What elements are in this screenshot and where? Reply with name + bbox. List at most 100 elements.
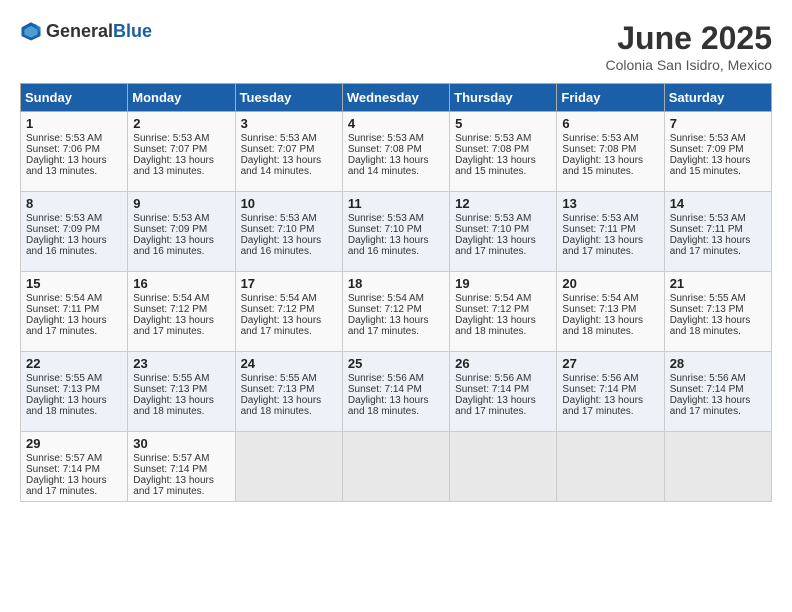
day-number: 22: [26, 356, 122, 371]
day-number: 12: [455, 196, 551, 211]
table-row: 1 Sunrise: 5:53 AM Sunset: 7:06 PM Dayli…: [21, 112, 128, 192]
sunset-label: Sunset: 7:12 PM: [348, 304, 422, 315]
sunrise-label: Sunrise: 5:55 AM: [241, 373, 317, 384]
daylight-label: Daylight: 13 hours and 15 minutes.: [455, 155, 536, 177]
day-number: 11: [348, 196, 444, 211]
calendar-week-row: 22 Sunrise: 5:55 AM Sunset: 7:13 PM Dayl…: [21, 352, 772, 432]
sunrise-label: Sunrise: 5:53 AM: [455, 133, 531, 144]
daylight-label: Daylight: 13 hours and 18 minutes.: [241, 395, 322, 417]
table-row: 23 Sunrise: 5:55 AM Sunset: 7:13 PM Dayl…: [128, 352, 235, 432]
table-row: 8 Sunrise: 5:53 AM Sunset: 7:09 PM Dayli…: [21, 192, 128, 272]
sunset-label: Sunset: 7:13 PM: [670, 304, 744, 315]
daylight-label: Daylight: 13 hours and 17 minutes.: [562, 235, 643, 257]
logo-text: GeneralBlue: [46, 21, 152, 42]
sunrise-label: Sunrise: 5:54 AM: [562, 293, 638, 304]
daylight-label: Daylight: 13 hours and 16 minutes.: [241, 235, 322, 257]
sunset-label: Sunset: 7:14 PM: [670, 384, 744, 395]
sunset-label: Sunset: 7:08 PM: [455, 144, 529, 155]
sunrise-label: Sunrise: 5:53 AM: [241, 213, 317, 224]
day-number: 2: [133, 116, 229, 131]
header-friday: Friday: [557, 84, 664, 112]
sunrise-label: Sunrise: 5:53 AM: [26, 213, 102, 224]
sunset-label: Sunset: 7:12 PM: [241, 304, 315, 315]
day-number: 16: [133, 276, 229, 291]
day-number: 5: [455, 116, 551, 131]
sunset-label: Sunset: 7:07 PM: [133, 144, 207, 155]
day-number: 19: [455, 276, 551, 291]
sunrise-label: Sunrise: 5:53 AM: [455, 213, 531, 224]
sunrise-label: Sunrise: 5:55 AM: [26, 373, 102, 384]
daylight-label: Daylight: 13 hours and 18 minutes.: [133, 395, 214, 417]
table-row: 13 Sunrise: 5:53 AM Sunset: 7:11 PM Dayl…: [557, 192, 664, 272]
sunrise-label: Sunrise: 5:54 AM: [26, 293, 102, 304]
daylight-label: Daylight: 13 hours and 17 minutes.: [133, 475, 214, 497]
sunset-label: Sunset: 7:13 PM: [241, 384, 315, 395]
table-row: 14 Sunrise: 5:53 AM Sunset: 7:11 PM Dayl…: [664, 192, 771, 272]
sunset-label: Sunset: 7:14 PM: [348, 384, 422, 395]
daylight-label: Daylight: 13 hours and 17 minutes.: [241, 315, 322, 337]
sunrise-label: Sunrise: 5:53 AM: [670, 133, 746, 144]
sunrise-label: Sunrise: 5:54 AM: [455, 293, 531, 304]
sunrise-label: Sunrise: 5:54 AM: [348, 293, 424, 304]
calendar-week-row: 1 Sunrise: 5:53 AM Sunset: 7:06 PM Dayli…: [21, 112, 772, 192]
calendar-week-row: 15 Sunrise: 5:54 AM Sunset: 7:11 PM Dayl…: [21, 272, 772, 352]
day-number: 23: [133, 356, 229, 371]
table-row: 4 Sunrise: 5:53 AM Sunset: 7:08 PM Dayli…: [342, 112, 449, 192]
table-row: 3 Sunrise: 5:53 AM Sunset: 7:07 PM Dayli…: [235, 112, 342, 192]
table-row: 18 Sunrise: 5:54 AM Sunset: 7:12 PM Dayl…: [342, 272, 449, 352]
day-number: 10: [241, 196, 337, 211]
sunrise-label: Sunrise: 5:54 AM: [133, 293, 209, 304]
table-row: 11 Sunrise: 5:53 AM Sunset: 7:10 PM Dayl…: [342, 192, 449, 272]
day-number: 8: [26, 196, 122, 211]
day-number: 15: [26, 276, 122, 291]
day-number: 29: [26, 436, 122, 451]
sunset-label: Sunset: 7:13 PM: [562, 304, 636, 315]
table-row: 9 Sunrise: 5:53 AM Sunset: 7:09 PM Dayli…: [128, 192, 235, 272]
sunset-label: Sunset: 7:11 PM: [562, 224, 635, 235]
table-row: 5 Sunrise: 5:53 AM Sunset: 7:08 PM Dayli…: [450, 112, 557, 192]
daylight-label: Daylight: 13 hours and 14 minutes.: [348, 155, 429, 177]
logo-blue: Blue: [113, 21, 152, 41]
sunset-label: Sunset: 7:14 PM: [133, 464, 207, 475]
daylight-label: Daylight: 13 hours and 17 minutes.: [26, 315, 107, 337]
header-wednesday: Wednesday: [342, 84, 449, 112]
table-row: 12 Sunrise: 5:53 AM Sunset: 7:10 PM Dayl…: [450, 192, 557, 272]
day-number: 14: [670, 196, 766, 211]
daylight-label: Daylight: 13 hours and 17 minutes.: [455, 235, 536, 257]
sunset-label: Sunset: 7:10 PM: [241, 224, 315, 235]
sunset-label: Sunset: 7:10 PM: [348, 224, 422, 235]
daylight-label: Daylight: 13 hours and 16 minutes.: [26, 235, 107, 257]
sunrise-label: Sunrise: 5:53 AM: [26, 133, 102, 144]
sunrise-label: Sunrise: 5:53 AM: [670, 213, 746, 224]
weekday-header-row: Sunday Monday Tuesday Wednesday Thursday…: [21, 84, 772, 112]
day-number: 20: [562, 276, 658, 291]
sunrise-label: Sunrise: 5:56 AM: [670, 373, 746, 384]
day-number: 25: [348, 356, 444, 371]
header-monday: Monday: [128, 84, 235, 112]
day-number: 1: [26, 116, 122, 131]
day-number: 27: [562, 356, 658, 371]
sunset-label: Sunset: 7:08 PM: [562, 144, 636, 155]
sunset-label: Sunset: 7:11 PM: [670, 224, 743, 235]
daylight-label: Daylight: 13 hours and 16 minutes.: [348, 235, 429, 257]
sunset-label: Sunset: 7:14 PM: [26, 464, 100, 475]
sunrise-label: Sunrise: 5:53 AM: [562, 133, 638, 144]
table-row: 15 Sunrise: 5:54 AM Sunset: 7:11 PM Dayl…: [21, 272, 128, 352]
day-number: 21: [670, 276, 766, 291]
table-row: 16 Sunrise: 5:54 AM Sunset: 7:12 PM Dayl…: [128, 272, 235, 352]
header-saturday: Saturday: [664, 84, 771, 112]
header-tuesday: Tuesday: [235, 84, 342, 112]
table-row: 19 Sunrise: 5:54 AM Sunset: 7:12 PM Dayl…: [450, 272, 557, 352]
sunset-label: Sunset: 7:06 PM: [26, 144, 100, 155]
day-number: 6: [562, 116, 658, 131]
daylight-label: Daylight: 13 hours and 13 minutes.: [26, 155, 107, 177]
daylight-label: Daylight: 13 hours and 15 minutes.: [670, 155, 751, 177]
daylight-label: Daylight: 13 hours and 18 minutes.: [455, 315, 536, 337]
sunrise-label: Sunrise: 5:57 AM: [26, 453, 102, 464]
daylight-label: Daylight: 13 hours and 14 minutes.: [241, 155, 322, 177]
sunrise-label: Sunrise: 5:53 AM: [348, 213, 424, 224]
sunset-label: Sunset: 7:12 PM: [133, 304, 207, 315]
title-area: June 2025 Colonia San Isidro, Mexico: [605, 20, 772, 73]
sunset-label: Sunset: 7:13 PM: [26, 384, 100, 395]
table-row: [342, 432, 449, 502]
